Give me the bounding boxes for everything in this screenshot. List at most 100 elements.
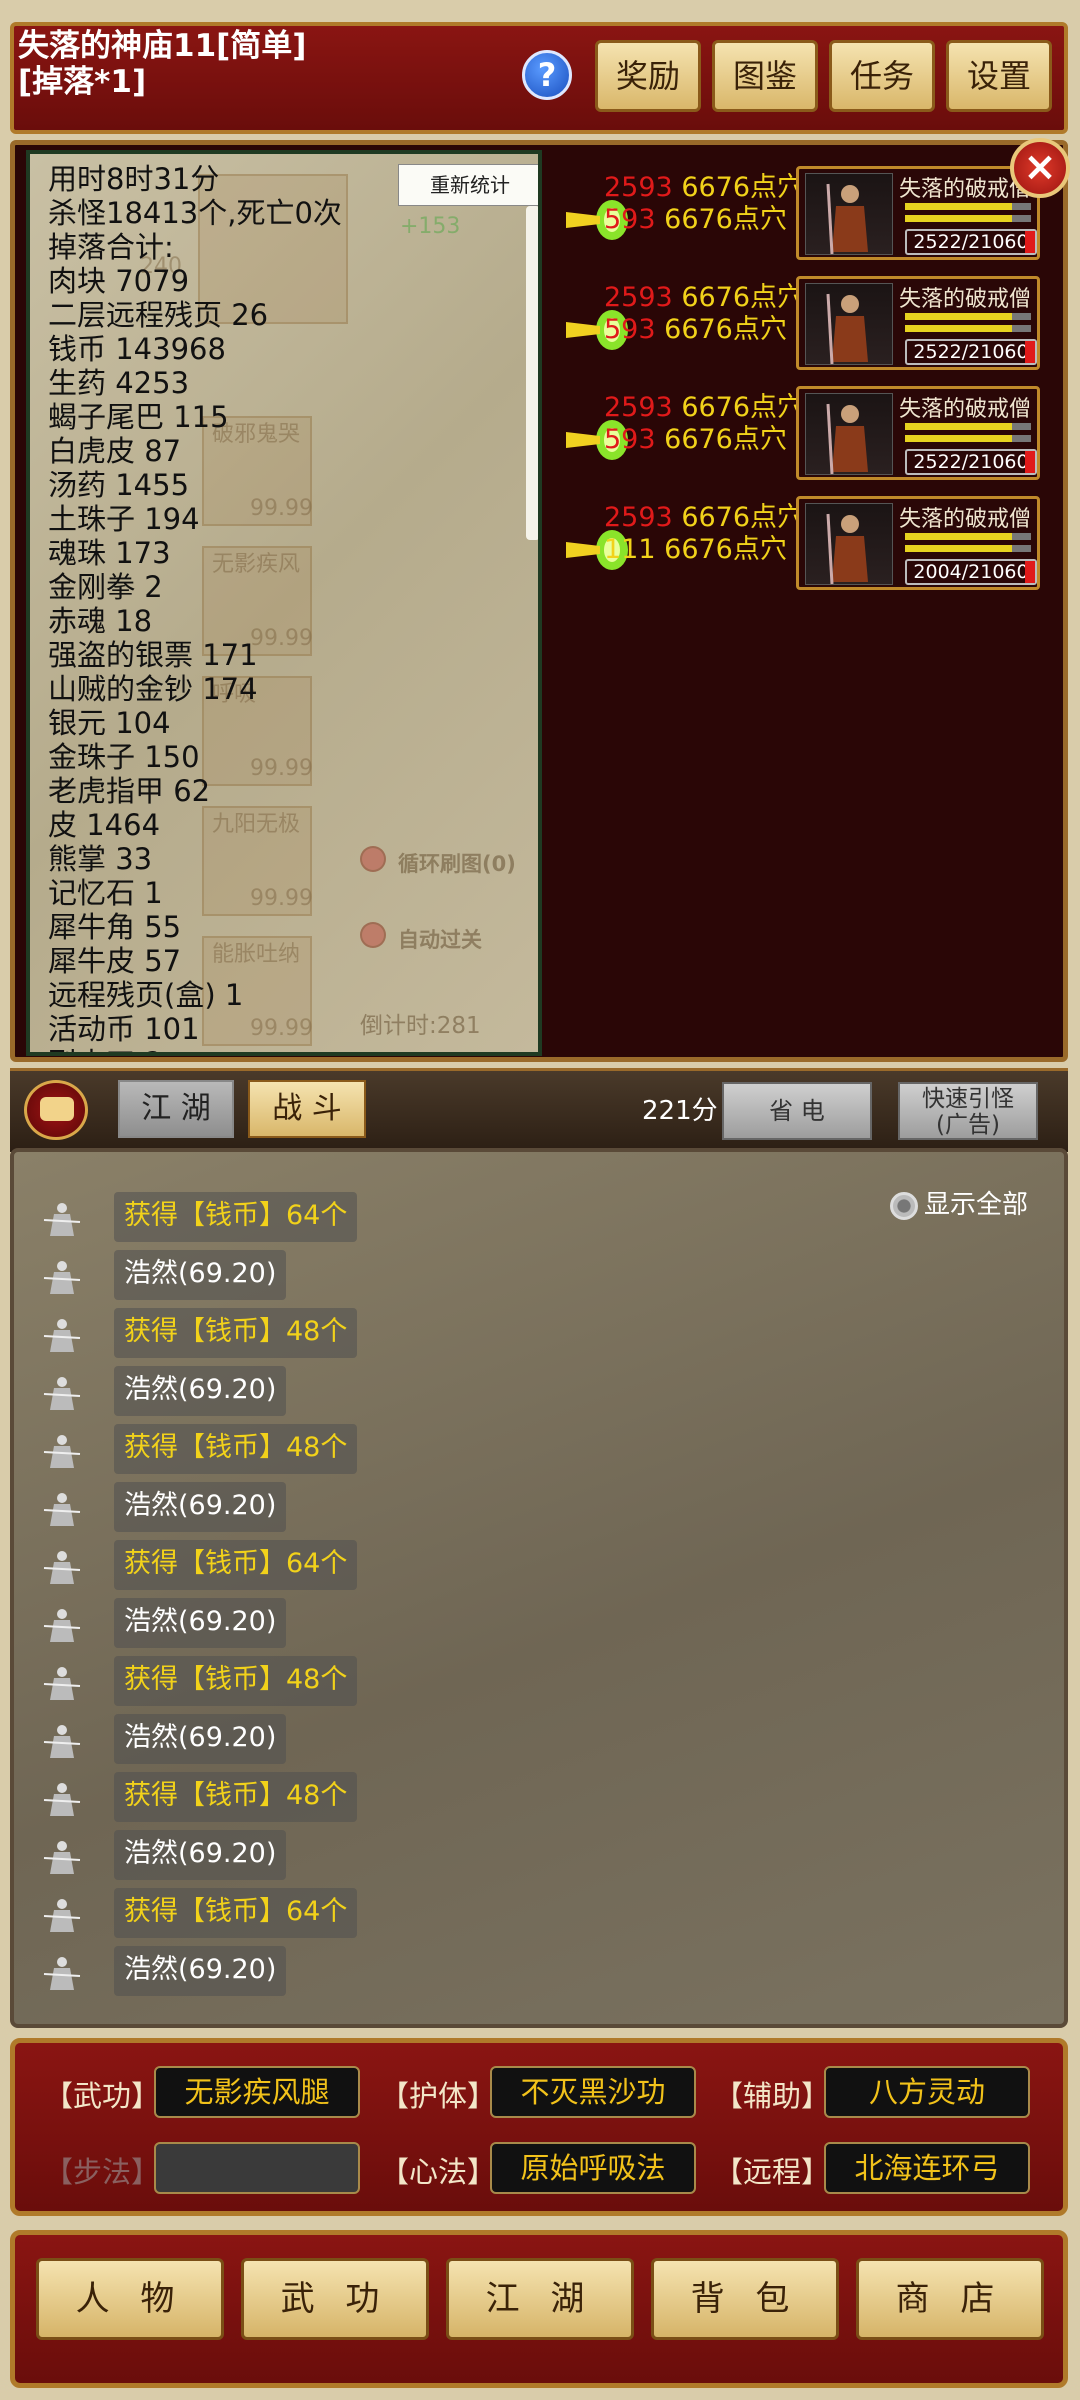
enemy-hp-text: 2522/21060 bbox=[913, 231, 1029, 253]
codex-button[interactable]: 图鉴 bbox=[712, 40, 818, 112]
stat-line: 记忆石 1 bbox=[48, 876, 163, 910]
enemy-row: 2593 6676点穴 593 6676点穴 失落的破戒僧 2522/21060 bbox=[560, 276, 1050, 372]
log-message: 浩然(69.20) bbox=[114, 1946, 287, 1996]
tab-jianghu[interactable]: 江 湖 bbox=[118, 1080, 234, 1138]
damage-text: 6676点穴 bbox=[664, 424, 787, 455]
skill-slot-huti[interactable]: 不灭黑沙功 bbox=[490, 2066, 696, 2118]
nav-backpack[interactable]: 背 包 bbox=[651, 2258, 839, 2340]
enemy-bar-fill bbox=[905, 423, 1013, 430]
nav-jianghu[interactable]: 江 湖 bbox=[446, 2258, 634, 2340]
skill-label-yuancheng: 【远程】 bbox=[714, 2155, 831, 2189]
stat-line: 远程残页(盒) 1 bbox=[48, 978, 244, 1012]
damage-value: 593 bbox=[604, 314, 656, 345]
stat-line: 强盗的银票 171 bbox=[48, 638, 258, 672]
quick-lure-label: 快速引怪 bbox=[922, 1086, 1014, 1112]
enemy-card[interactable]: 失落的破戒僧 2522/21060 bbox=[796, 276, 1040, 370]
log-message: 浩然(69.20) bbox=[114, 1830, 287, 1880]
damage-line: 593 6676点穴 bbox=[604, 314, 787, 346]
warrior-icon bbox=[43, 1667, 81, 1700]
stat-line: 山贼的金钞 174 bbox=[48, 672, 258, 706]
warrior-icon bbox=[43, 1957, 81, 1990]
quick-lure-ad-label: (广告) bbox=[936, 1112, 1000, 1138]
skill-label-bufa: 【步法】 bbox=[44, 2155, 161, 2189]
enemy-bar bbox=[905, 423, 1031, 430]
log-message: 获得【钱币】64个 bbox=[114, 1888, 358, 1938]
skill-slot-xinfa[interactable]: 原始呼吸法 bbox=[490, 2142, 696, 2194]
enemy-hp: 2004/21060 bbox=[905, 559, 1037, 585]
rewards-button[interactable]: 奖励 bbox=[595, 40, 701, 112]
enemy-hp: 2522/21060 bbox=[905, 449, 1037, 475]
skill-slot-wugong[interactable]: 无影疾风腿 bbox=[154, 2066, 360, 2118]
tab-battle[interactable]: 战 斗 bbox=[248, 1080, 366, 1138]
damage-value: 593 bbox=[604, 204, 656, 235]
damage-text: 6676点穴 bbox=[664, 204, 787, 235]
recount-button[interactable]: 重新统计 bbox=[398, 164, 538, 206]
stat-line: 杀怪18413个,死亡0次 bbox=[48, 196, 342, 230]
chat-icon[interactable] bbox=[24, 1080, 88, 1140]
game-screen: 失落的神庙11[简单] [掉落*1] ? 奖励 图鉴 任务 设置 +153 24… bbox=[0, 0, 1080, 2400]
log-message: 浩然(69.20) bbox=[114, 1714, 287, 1764]
stage-title-line1: 失落的神庙11[简单] bbox=[18, 28, 307, 64]
nav-shop[interactable]: 商 店 bbox=[856, 2258, 1044, 2340]
stat-line: 钱币 143968 bbox=[48, 332, 226, 366]
enemy-bar-fill bbox=[905, 215, 1013, 222]
drop-stats-panel[interactable]: +153 240 破邪鬼哭 99.99 无影疾风 99.99 呼吸 99.99 … bbox=[26, 150, 542, 1056]
damage-line: 593 6676点穴 bbox=[604, 204, 787, 236]
log-message: 获得【钱币】48个 bbox=[114, 1656, 358, 1706]
stat-line: 熊掌 33 bbox=[48, 842, 153, 876]
stat-line: 魂珠 173 bbox=[48, 536, 171, 570]
damage-line: 2593 6676点穴 bbox=[604, 282, 804, 314]
enemy-hp: 2522/21060 bbox=[905, 229, 1037, 255]
loop-map-radio[interactable] bbox=[360, 846, 386, 872]
settings-button[interactable]: 设置 bbox=[946, 40, 1052, 112]
nav-character[interactable]: 人 物 bbox=[36, 2258, 224, 2340]
skill-label-fuzhu: 【辅助】 bbox=[714, 2079, 831, 2113]
enemy-card[interactable]: 失落的破戒僧 2522/21060 bbox=[796, 166, 1040, 260]
warrior-icon bbox=[43, 1203, 81, 1236]
nav-martial-arts[interactable]: 武 功 bbox=[241, 2258, 429, 2340]
enemy-row: 2593 6676点穴 593 6676点穴 失落的破戒僧 2522/21060 bbox=[560, 166, 1050, 262]
warrior-icon bbox=[43, 1377, 81, 1410]
enemy-bar bbox=[905, 545, 1031, 552]
enemy-bar-fill bbox=[905, 533, 1013, 540]
damage-value: 2593 bbox=[604, 282, 673, 313]
skill-slot-yuancheng[interactable]: 北海连环弓 bbox=[824, 2142, 1030, 2194]
auto-pass-radio[interactable] bbox=[360, 922, 386, 948]
monk-portrait bbox=[805, 393, 893, 475]
log-message: 浩然(69.20) bbox=[114, 1250, 287, 1300]
power-save-button[interactable]: 省 电 bbox=[722, 1082, 872, 1140]
loop-map-label: 循环刷图(0) bbox=[398, 852, 516, 876]
warrior-icon bbox=[43, 1319, 81, 1352]
skill-slot-bufa[interactable] bbox=[154, 2142, 360, 2194]
enemy-hp: 2522/21060 bbox=[905, 339, 1037, 365]
stat-line: 赤魂 18 bbox=[48, 604, 153, 638]
enemy-bar bbox=[905, 435, 1031, 442]
enemy-card[interactable]: 失落的破戒僧 2522/21060 bbox=[796, 386, 1040, 480]
skill-slot-fuzhu[interactable]: 八方灵动 bbox=[824, 2066, 1030, 2118]
help-icon[interactable]: ? bbox=[522, 50, 572, 100]
skill-label-wugong: 【武功】 bbox=[44, 2079, 161, 2113]
log-message: 浩然(69.20) bbox=[114, 1482, 287, 1532]
tasks-button[interactable]: 任务 bbox=[829, 40, 935, 112]
warrior-icon bbox=[43, 1493, 81, 1526]
damage-line: 2593 6676点穴 bbox=[604, 172, 804, 204]
damage-text: 6676点穴 bbox=[664, 534, 787, 565]
damage-line: 2593 6676点穴 bbox=[604, 502, 804, 534]
enemy-bar bbox=[905, 313, 1031, 320]
monk-portrait bbox=[805, 503, 893, 585]
stats-scrollbar[interactable] bbox=[526, 206, 538, 540]
damage-text: 6676点穴 bbox=[681, 172, 805, 203]
quick-lure-button[interactable]: 快速引怪 (广告) bbox=[898, 1082, 1038, 1140]
warrior-icon bbox=[43, 1551, 81, 1584]
stat-line: 土珠子 194 bbox=[48, 502, 200, 536]
enemy-name: 失落的破戒僧 bbox=[899, 287, 1032, 312]
warrior-icon bbox=[43, 1725, 81, 1758]
close-icon[interactable]: × bbox=[1010, 138, 1070, 198]
stat-line: 银元 104 bbox=[48, 706, 171, 740]
warrior-icon bbox=[43, 1609, 81, 1642]
show-all-toggle[interactable]: 显示全部 bbox=[890, 1184, 1028, 1221]
damage-value: 2593 bbox=[604, 502, 673, 533]
stat-line: 肉块 7079 bbox=[48, 264, 190, 298]
enemy-card[interactable]: 失落的破戒僧 2004/21060 bbox=[796, 496, 1040, 590]
stat-line: 金珠子 150 bbox=[48, 740, 200, 774]
